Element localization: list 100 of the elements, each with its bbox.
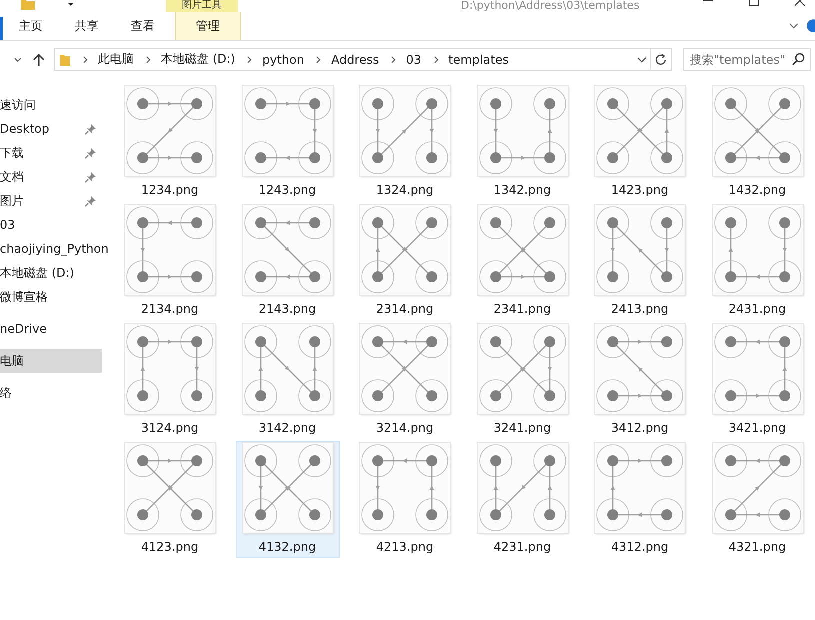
file-name: 4213.png [376, 540, 434, 554]
chevron-right-icon[interactable] [146, 56, 152, 64]
file-name: 1432.png [728, 183, 786, 197]
chevron-right-icon[interactable] [391, 56, 398, 64]
file-item[interactable]: 4213.png [353, 441, 457, 558]
file-item[interactable]: 2314.png [353, 203, 457, 320]
file-name: 3214.png [376, 421, 434, 435]
address-bar[interactable]: 此电脑 本地磁盘 (D:) python Address 03 templates [54, 48, 672, 71]
file-name: 2314.png [376, 302, 434, 316]
nav-item[interactable]: 速访问 [0, 93, 102, 117]
file-name: 4321.png [728, 540, 786, 554]
file-name: 4123.png [141, 540, 199, 554]
file-item[interactable]: 4123.png [118, 441, 222, 558]
file-name: 2134.png [141, 302, 199, 316]
file-name: 1243.png [258, 183, 316, 197]
nav-label: 文档 [0, 168, 24, 186]
nav-item[interactable]: 图片 [0, 189, 102, 213]
file-name: 1342.png [494, 183, 552, 197]
search-icon[interactable] [792, 53, 805, 66]
nav-item[interactable]: 本地磁盘 (D:) [0, 261, 102, 285]
nav-label: 电脑 [0, 352, 24, 370]
file-name: 3421.png [728, 421, 786, 435]
file-item[interactable]: 3241.png [470, 322, 574, 439]
file-item[interactable]: 4312.png [588, 441, 692, 558]
file-name: 1234.png [141, 183, 199, 197]
up-arrow-icon[interactable] [32, 52, 46, 66]
nav-item[interactable]: Desktop [0, 117, 102, 141]
file-item[interactable]: 3142.png [236, 322, 340, 439]
file-item[interactable]: 1342.png [470, 84, 574, 201]
breadcrumb[interactable]: Address [331, 52, 380, 66]
folder-icon [59, 52, 71, 66]
nav-label: Desktop [0, 122, 50, 136]
file-name: 1324.png [376, 183, 434, 197]
ribbon-tab[interactable]: 共享 [59, 12, 115, 40]
breadcrumb[interactable]: templates [448, 52, 509, 66]
file-name: 3412.png [611, 421, 669, 435]
ribbon-tab[interactable]: 管理 [175, 12, 241, 40]
nav-label: 络 [0, 384, 12, 402]
window-title: D:\python\Address\03\templates [461, 0, 640, 11]
file-item[interactable]: 2413.png [588, 203, 692, 320]
nav-label: 下载 [0, 144, 24, 162]
file-item[interactable]: 4321.png [706, 441, 810, 558]
file-item[interactable]: 1243.png [236, 84, 340, 201]
file-name: 4231.png [494, 540, 552, 554]
file-item[interactable]: 4231.png [470, 441, 574, 558]
chevron-right-icon[interactable] [83, 56, 89, 64]
chevron-down-icon[interactable] [789, 22, 799, 30]
maximize-icon[interactable] [749, 0, 759, 6]
chevron-right-icon[interactable] [316, 56, 322, 64]
file-item[interactable]: 1423.png [588, 84, 692, 201]
chevron-right-icon[interactable] [247, 56, 254, 64]
nav-item[interactable]: 03 [0, 213, 102, 237]
nav-label: chaojiying_Python [0, 242, 109, 256]
file-name: 3241.png [494, 421, 552, 435]
close-icon[interactable] [795, 0, 805, 6]
nav-item[interactable]: 文档 [0, 165, 102, 189]
search-field[interactable]: 搜索"templates" [683, 48, 811, 71]
nav-label: 图片 [0, 192, 24, 210]
file-name: 3142.png [258, 421, 316, 435]
nav-item[interactable]: 微博宣格 [0, 285, 102, 309]
file-item[interactable]: 2431.png [706, 203, 810, 320]
breadcrumb[interactable]: 03 [406, 52, 422, 66]
nav-item[interactable]: 电脑 [0, 349, 102, 373]
breadcrumb[interactable]: 此电脑 [98, 51, 134, 68]
recent-locations-icon[interactable] [14, 56, 22, 64]
nav-label: 微博宣格 [0, 288, 48, 306]
file-item[interactable]: 1432.png [706, 84, 810, 201]
file-item[interactable]: 2341.png [470, 203, 574, 320]
file-name: 3124.png [141, 421, 199, 435]
ribbon-tab[interactable]: 主页 [3, 12, 59, 40]
file-name: 2143.png [258, 302, 316, 316]
nav-item[interactable]: 下载 [0, 141, 102, 165]
file-name: 2413.png [611, 302, 669, 316]
nav-item[interactable]: 络 [0, 381, 102, 405]
file-item[interactable]: 3124.png [118, 322, 222, 439]
file-item[interactable]: 3412.png [588, 322, 692, 439]
chevron-right-icon[interactable] [434, 56, 440, 64]
file-item[interactable]: 3421.png [706, 322, 810, 439]
file-name: 4132.png [258, 540, 316, 554]
file-item[interactable]: 3214.png [353, 322, 457, 439]
file-name: 2341.png [494, 302, 552, 316]
nav-label: 03 [0, 218, 16, 232]
ribbon-tab[interactable]: 查看 [115, 12, 171, 40]
file-item[interactable]: 1324.png [353, 84, 457, 201]
file-item[interactable]: 1234.png [118, 84, 222, 201]
nav-label: 速访问 [0, 96, 36, 114]
nav-label: neDrive [0, 322, 47, 336]
help-icon[interactable] [807, 18, 815, 34]
file-name: 1423.png [611, 183, 669, 197]
dropdown-icon[interactable] [66, 0, 76, 9]
file-name: 4312.png [611, 540, 669, 554]
file-item[interactable]: 4132.png [236, 441, 340, 558]
file-name: 2431.png [728, 302, 786, 316]
nav-item[interactable]: neDrive [0, 317, 102, 341]
file-item[interactable]: 2143.png [236, 203, 340, 320]
context-tab-header: 图片工具 [166, 0, 238, 12]
breadcrumb[interactable]: 本地磁盘 (D:) [161, 51, 236, 68]
file-item[interactable]: 2134.png [118, 203, 222, 320]
breadcrumb[interactable]: python [262, 52, 304, 66]
nav-label: 本地磁盘 (D:) [0, 264, 74, 282]
